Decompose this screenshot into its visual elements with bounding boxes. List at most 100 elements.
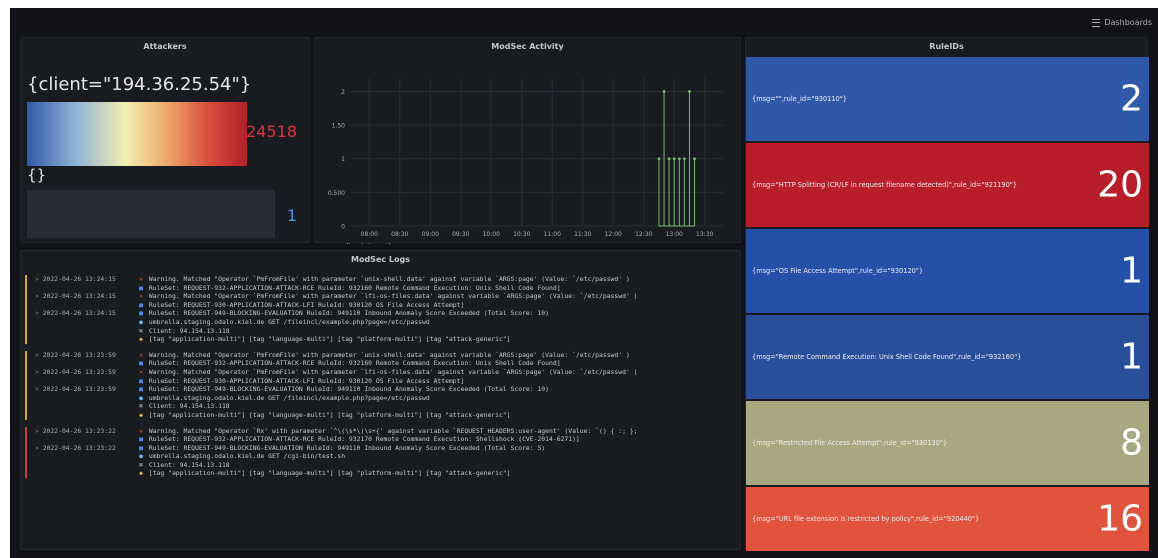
x-tick-label: 10:30 [513,231,530,238]
log-line[interactable]: ■ RuleSet: REQUEST-932-APPLICATION-ATTAC… [35,359,736,368]
x-tick-label: 09:30 [452,231,469,238]
log-line[interactable]: > 2022-04-26 13:23:22 ■ RuleSet: REQUEST-… [35,444,736,453]
rule-stat-tile[interactable]: {msg="HTTP Splitting (CR/LF in request f… [746,143,1149,227]
log-entry-group[interactable]: > 2022-04-26 13:23:22 ✕ Warning. Matched … [25,426,736,479]
ruleids-panel: RuleIDs {msg="",rule_id="930110"} 2 {msg="… [745,37,1149,551]
log-timestamp-text: 2022-04-26 13:23:59 [42,385,116,394]
attackers-title: Attackers [143,42,187,51]
log-timestamp: > 2022-04-26 13:23:22 [35,444,137,453]
log-line-icon: ■ [139,300,143,309]
log-message: Client: 94.154.13.118 [148,460,230,469]
y-tick-label: 0 [341,224,345,231]
log-line[interactable]: ● umbrella.staging.odalo.kiel.de GET /fi… [35,394,736,403]
rule-stat-label: {msg="Remote Command Execution: Unix She… [752,353,1022,361]
x-tick-label: 09:00 [422,231,439,238]
rule-stat-value: 8 [1120,422,1143,464]
log-message: RuleSet: REQUEST-949-BLOCKING-EVALUATION… [148,309,549,318]
log-timestamp: > 2022-04-26 13:23:22 [35,427,137,436]
attacker-value: 24518 [246,122,297,141]
log-line[interactable]: ■ RuleSet: REQUEST-932-APPLICATION-ATTAC… [35,435,736,444]
series-point [693,157,696,161]
log-line[interactable]: ◆ [tag "application-multi"] [tag "langua… [35,411,736,420]
log-line[interactable]: > 2022-04-26 13:23:59 ✕ Warning. Matched … [35,368,736,377]
log-line[interactable]: ⌘ Client: 94.154.13.118 [35,402,736,411]
log-line-icon: ■ [139,376,143,385]
log-entry-group[interactable]: > 2022-04-26 13:24:15 ✕ Warning. Matched … [25,275,736,344]
logs-panel: ModSec Logs > 2022-04-26 13:24:15 ✕ Warni… [20,250,741,550]
log-timestamp: > 2022-04-26 13:24:15 [35,292,137,301]
log-line-icon: ■ [139,309,143,318]
log-message: RuleSet: REQUEST-932-APPLICATION-ATTACK-… [148,283,561,292]
log-line[interactable]: > 2022-04-26 13:24:15 ✕ Warning. Matched … [35,275,736,284]
log-entry-group[interactable]: > 2022-04-26 13:23:59 ✕ Warning. Matched … [25,350,736,420]
log-message: umbrella.staging.odalo.kiel.de GET /file… [148,317,430,326]
expand-caret-icon[interactable]: > [35,427,43,435]
y-tick-label: 0.500 [328,190,345,197]
rule-stat-tile[interactable]: {msg="OS File Access Attempt",rule_id="9… [746,229,1149,313]
attacker-gradient-bar [27,102,247,166]
log-line[interactable]: > 2022-04-26 13:24:15 ✕ Warning. Matched … [35,292,736,301]
log-line-icon: ■ [139,359,143,368]
series-point [662,90,666,93]
series-point [688,90,691,93]
log-timestamp-text: 2022-04-26 13:23:22 [42,443,116,452]
attacker-value: 1 [286,206,297,225]
series-point [672,157,676,161]
log-timestamp-text: 2022-04-26 13:24:15 [42,275,116,283]
log-line[interactable]: ◆ [tag "application-multi"] [tag "langua… [35,469,736,478]
dashboards-label: Dashboards [1104,18,1152,27]
x-tick-label: 08:00 [361,231,378,238]
log-message: Warning. Matched "Operator `PmFromFile' … [148,350,630,359]
expand-caret-icon[interactable]: > [35,444,43,452]
x-tick-label: 13:30 [696,231,713,238]
log-timestamp: > 2022-04-26 13:23:59 [35,368,137,377]
rule-stat-tile[interactable]: {msg="URL file extension is restricted b… [746,487,1149,551]
log-message: [tag "application-multi"] [tag "language… [148,469,511,478]
dashboards-button[interactable]: Dashboards [1092,18,1152,27]
log-message: Client: 94.154.13.118 [148,326,230,335]
log-message: umbrella.staging.odalo.kiel.de GET /file… [148,393,430,402]
log-timestamp-text: 2022-04-26 13:23:59 [42,367,116,376]
log-message: Warning. Matched "Operator `PmFromFile' … [148,367,638,376]
activity-panel: ModSec Activity 0 0.500 1 1.50 2 08:00 08:30 09… [314,37,741,244]
log-line[interactable]: ◆ [tag "application-multi"] [tag "langua… [35,335,736,344]
log-list: > 2022-04-26 13:24:15 ✕ Warning. Matched … [25,275,736,485]
activity-chart: 0 0.500 1 1.50 2 08:00 08:30 09:00 09:30 10:00 10:… [328,78,723,244]
series-point [667,157,671,161]
log-line[interactable]: > 2022-04-26 13:23:59 ■ RuleSet: REQUEST-… [35,385,736,394]
expand-caret-icon[interactable]: > [35,385,43,393]
rule-stat-value: 16 [1097,498,1143,540]
attacker-label: {client="194.36.25.54"} [27,74,252,95]
expand-caret-icon[interactable]: > [35,292,43,300]
expand-caret-icon[interactable]: > [35,351,43,359]
log-line-icon: ✕ [139,292,143,301]
log-line-icon: ✕ [139,350,143,359]
log-line[interactable]: ⌘ Client: 94.154.13.118 [35,461,736,470]
log-line[interactable]: ■ RuleSet: REQUEST-932-APPLICATION-ATTAC… [35,284,736,293]
x-tick-label: 08:30 [391,231,408,238]
log-line[interactable]: ⌘ Client: 94.154.13.118 [35,327,736,336]
legend-label: {level="error"} [345,243,392,244]
log-line[interactable]: > 2022-04-26 13:23:59 ✕ Warning. Matched … [35,351,736,360]
log-line[interactable]: ● umbrella.staging.odalo.kiel.de GET /fi… [35,318,736,327]
rule-stat-tile[interactable]: {msg="",rule_id="930110"} 2 [746,57,1149,141]
expand-caret-icon[interactable]: > [35,309,43,317]
log-line[interactable]: ■ RuleSet: REQUEST-930-APPLICATION-ATTAC… [35,301,736,310]
log-level-bar [25,350,27,420]
y-tick-label: 1 [341,156,345,163]
rule-stat-tile[interactable]: {msg="Remote Command Execution: Unix She… [746,315,1149,399]
log-line[interactable]: > 2022-04-26 13:24:15 ■ RuleSet: REQUEST-… [35,309,736,318]
rule-stat-tile[interactable]: {msg="Restricted File Access Attempt",ru… [746,401,1149,485]
expand-caret-icon[interactable]: > [35,275,43,283]
log-line-icon: ✕ [139,426,143,435]
log-line-icon: ⌘ [139,326,143,335]
attacker-bar [27,190,275,238]
log-line[interactable]: ■ RuleSet: REQUEST-930-APPLICATION-ATTAC… [35,377,736,386]
log-timestamp: > 2022-04-26 13:24:15 [35,309,137,318]
log-line[interactable]: > 2022-04-26 13:23:22 ✕ Warning. Matched … [35,427,736,436]
rule-stat-label: {msg="URL file extension is restricted b… [752,515,980,523]
log-line[interactable]: ● umbrella.staging.odalo.kiel.de GET /cg… [35,452,736,461]
log-line-icon: ⌘ [139,402,143,411]
series-point [677,157,681,161]
expand-caret-icon[interactable]: > [35,368,43,376]
